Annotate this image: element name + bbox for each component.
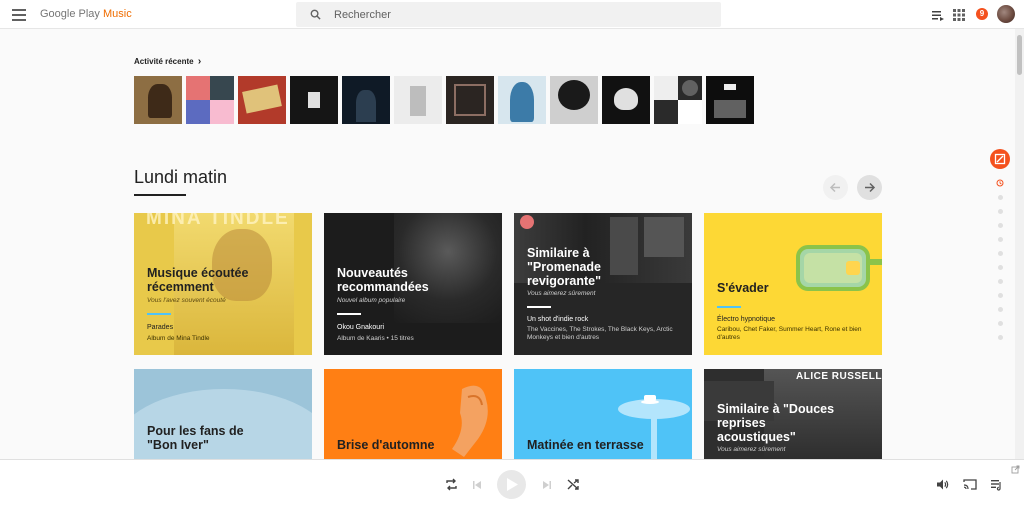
recent-album-thumb[interactable] (290, 76, 338, 124)
notification-badge[interactable]: 9 (976, 8, 988, 20)
card-subtitle: Vous aimerez sûrement (717, 446, 786, 453)
recent-album-thumb[interactable] (654, 76, 702, 124)
chevron-right-icon: › (197, 56, 202, 67)
recent-album-thumb[interactable] (186, 76, 234, 124)
rail-dot[interactable] (998, 251, 1003, 256)
repeat-icon[interactable] (445, 478, 458, 491)
card-title: Similaire à "Douces reprises acoustiques… (717, 402, 835, 444)
play-icon (507, 478, 518, 491)
card-meta-sub: Album de Mina Tindle (147, 335, 210, 342)
recent-activity-label: Activité récente (134, 57, 194, 66)
card-recently-played[interactable]: MINA TINDLE Musique écoutée récemment Vo… (134, 213, 312, 355)
card-meta-title: Un shot d'indie rock (527, 316, 589, 323)
hands-illustration (452, 385, 488, 457)
card-subtitle: Nouvel album populaire (337, 297, 406, 304)
card-title: Musique écoutée récemment (147, 266, 249, 294)
recent-album-thumb[interactable] (498, 76, 546, 124)
recent-album-thumb[interactable] (342, 76, 390, 124)
section-title: Lundi matin (134, 167, 228, 187)
recent-album-thumb[interactable] (602, 76, 650, 124)
card-title: Matinée en terrasse (527, 438, 644, 452)
rail-dot[interactable] (998, 307, 1003, 312)
recent-activity-title[interactable]: Activité récente › (134, 56, 201, 67)
recent-album-thumb[interactable] (238, 76, 286, 124)
rail-dot[interactable] (998, 209, 1003, 214)
carousel-next-button[interactable] (857, 175, 882, 200)
card-title: Similaire à "Promenade revigorante" (527, 246, 602, 288)
logo-music-text: Music (103, 8, 132, 20)
rail-dot[interactable] (998, 321, 1003, 326)
card-title: Nouveautés recommandées (337, 266, 429, 294)
player-bar (0, 459, 1024, 507)
card-title: S'évader (717, 281, 769, 295)
card-similar-promenade[interactable]: Similaire à "Promenade revigorante" Vous… (514, 213, 692, 355)
shuffle-square-icon (994, 153, 1006, 165)
card-accent-line (147, 313, 171, 315)
arrow-left-icon (829, 182, 840, 193)
card-new-releases[interactable]: Nouveautés recommandées Nouvel album pop… (324, 213, 502, 355)
arrow-right-icon (865, 182, 876, 193)
avatar[interactable] (997, 5, 1015, 23)
recent-album-thumb[interactable] (706, 76, 754, 124)
recent-activity-row (134, 76, 754, 124)
card-meta-sub: Album de Kaaris • 15 titres (337, 335, 414, 342)
open-external-icon[interactable] (1011, 465, 1020, 474)
card-title: Pour les fans de "Bon Iver" (147, 424, 244, 452)
card-meta-sub: The Vaccines, The Strokes, The Black Key… (527, 326, 673, 341)
album-overlay-text: MINA TINDLE (146, 213, 290, 229)
rail-dot[interactable] (998, 279, 1003, 284)
logo-google-text: Google Play (40, 8, 100, 20)
menu-icon[interactable] (12, 9, 26, 21)
card-meta-sub: Caribou, Chet Faker, Summer Heart, Rone … (717, 326, 862, 341)
recent-album-thumb[interactable] (550, 76, 598, 124)
page-scrollbar[interactable] (1015, 29, 1024, 459)
card-accent-line (337, 313, 361, 315)
card-accent-line (717, 306, 741, 308)
search-bar[interactable] (296, 2, 721, 27)
section-underline (134, 194, 186, 196)
search-input[interactable] (334, 2, 714, 27)
scrollbar-thumb[interactable] (1017, 35, 1022, 75)
card-matinee-terrasse[interactable]: Matinée en terrasse (514, 369, 692, 459)
rail-dot[interactable] (998, 293, 1003, 298)
previous-icon[interactable] (472, 480, 482, 490)
rail-dot[interactable] (998, 265, 1003, 270)
card-meta-title: Parades (147, 324, 174, 331)
card-subtitle: Vous aimerez sûrement (527, 290, 596, 297)
recent-album-thumb[interactable] (446, 76, 494, 124)
rail-dot[interactable] (998, 335, 1003, 340)
volume-icon[interactable] (936, 478, 949, 491)
play-button[interactable] (497, 470, 526, 499)
queue-icon[interactable] (931, 8, 945, 22)
history-icon[interactable] (996, 179, 1004, 187)
top-bar: Google Play Music 9 (0, 0, 1024, 29)
rail-dot[interactable] (998, 223, 1003, 228)
search-icon (310, 9, 321, 20)
card-s-evader[interactable]: S'évader Électro hypnotique Caribou, Che… (704, 213, 882, 355)
cast-icon[interactable] (963, 478, 977, 491)
card-meta-title: Électro hypnotique (717, 316, 775, 323)
carousel-prev-button[interactable] (823, 175, 848, 200)
apps-grid-icon[interactable] (952, 8, 966, 22)
card-similar-douces-reprises[interactable]: ALICE RUSSELL Similaire à "Douces repris… (704, 369, 882, 459)
card-fans-bon-iver[interactable]: Pour les fans de "Bon Iver" (134, 369, 312, 459)
card-title: Brise d'automne (337, 438, 435, 452)
rail-top-button[interactable] (990, 149, 1010, 169)
rail-dot[interactable] (998, 195, 1003, 200)
card-subtitle: Vous l'avez souvent écouté (147, 297, 226, 304)
shuffle-icon[interactable] (567, 478, 580, 491)
rail-dot[interactable] (998, 237, 1003, 242)
recent-album-thumb[interactable] (134, 76, 182, 124)
card-accent-line (527, 306, 551, 308)
card-brise-automne[interactable]: Brise d'automne (324, 369, 502, 459)
next-icon[interactable] (542, 480, 552, 490)
album-overlay-text: ALICE RUSSELL (796, 371, 882, 382)
queue-list-icon[interactable] (990, 478, 1003, 491)
app-logo[interactable]: Google Play Music (40, 8, 132, 20)
card-meta-title: Okou Gnakouri (337, 324, 385, 331)
recent-album-thumb[interactable] (394, 76, 442, 124)
glasses-illustration (796, 245, 882, 291)
